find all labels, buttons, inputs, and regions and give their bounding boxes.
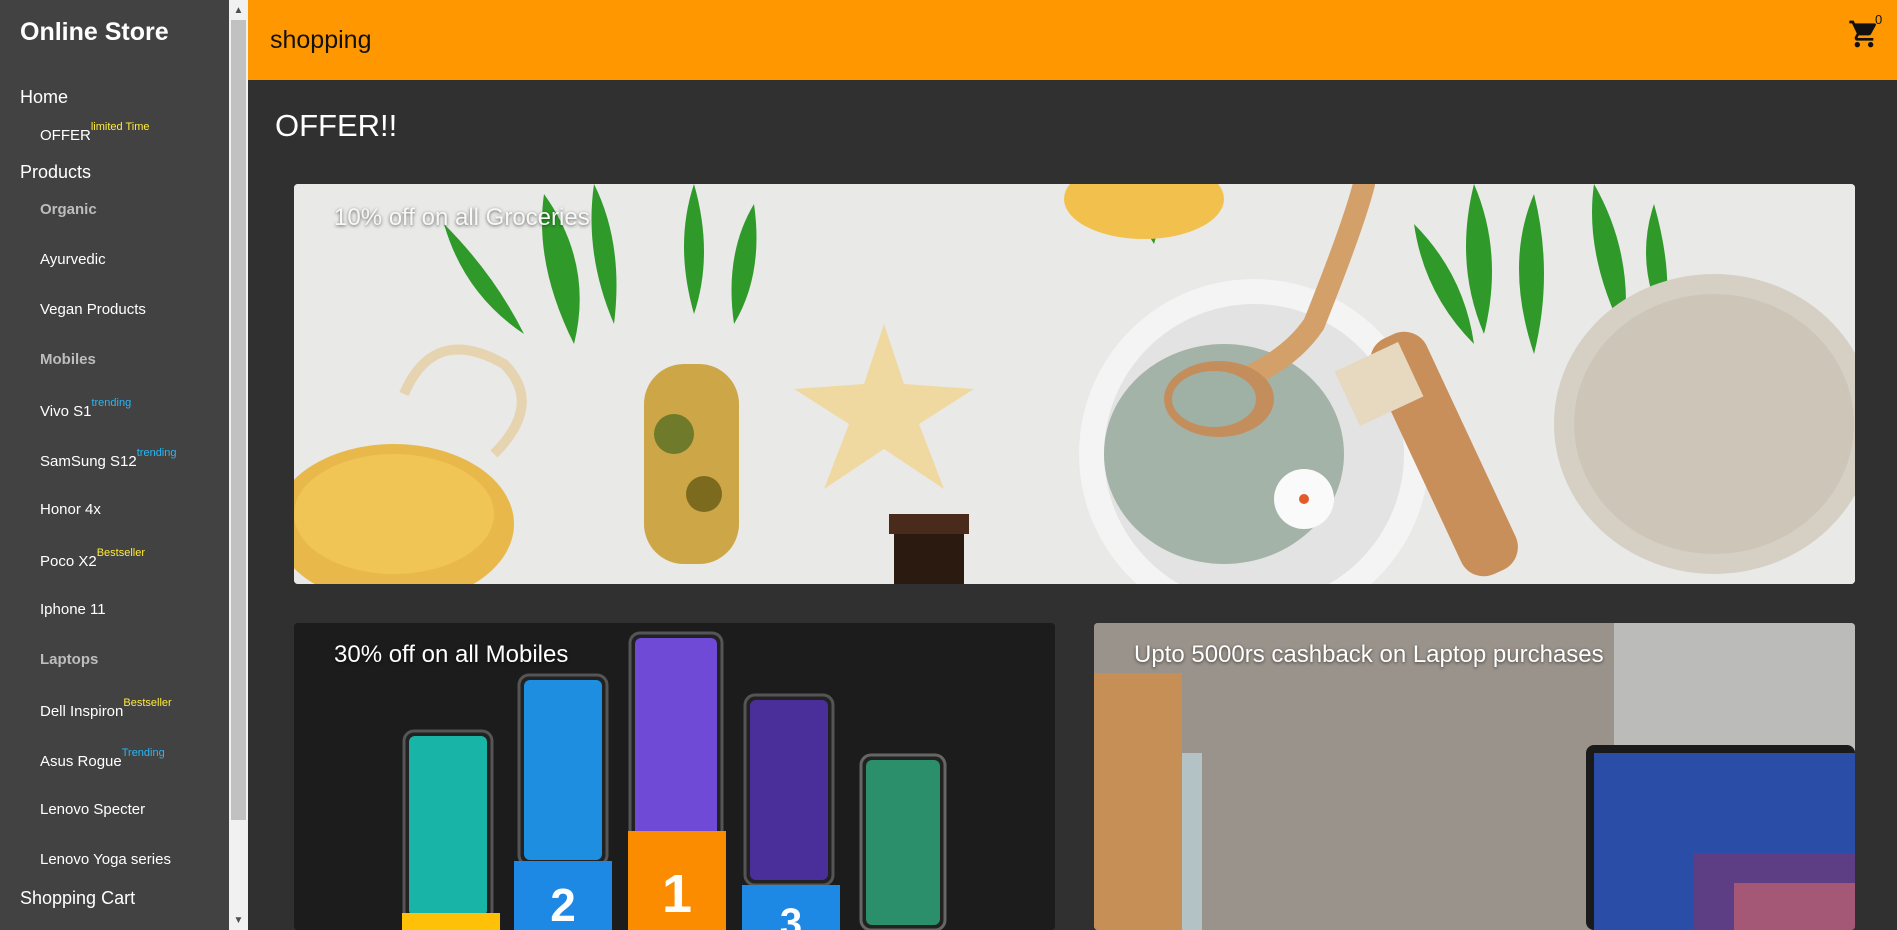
trending-tag: trending [91,397,132,409]
nav-item-label: Vivo S1 [40,403,92,420]
nav-home[interactable]: Home [20,87,68,108]
trending-tag: trending [136,447,177,459]
top-app-bar: shopping 0 [248,0,1897,80]
cart-count-badge: 0 [1875,12,1883,27]
trending-tag: Trending [121,747,165,759]
nav-item-iphone-11[interactable]: Iphone 11 [40,601,106,618]
nav-offer[interactable]: OFFERlimited Time [40,121,150,144]
scroll-up-icon[interactable]: ▲ [229,2,248,19]
nav-item-label: Asus Rogue [40,753,122,770]
nav-item-label: SamSung S12 [40,453,137,470]
sidebar: Online Store Home OFFERlimited Time Prod… [0,0,229,930]
laptops-banner-image [1094,623,1855,930]
brand-title: Online Store [20,18,169,46]
offer-label-groceries: 10% off on all Groceries [334,204,590,231]
app-bar-title: shopping [270,26,372,54]
page-title: OFFER!! [275,108,398,143]
offer-card-mobiles[interactable]: 2 1 3 30% off on all Mobiles [294,623,1055,930]
nav-item-honor-4x[interactable]: Honor 4x [40,501,101,518]
nav-item-vegan-products[interactable]: Vegan Products [40,301,146,318]
nav-item-ayurvedic[interactable]: Ayurvedic [40,251,106,268]
offer-label-laptops: Upto 5000rs cashback on Laptop purchases [1134,641,1604,668]
scrollbar-thumb[interactable] [231,20,246,820]
nav-item-lenovo-yoga[interactable]: Lenovo Yoga series [40,851,171,868]
nav-category-organic[interactable]: Organic [40,201,97,218]
offer-card-laptops[interactable]: Upto 5000rs cashback on Laptop purchases [1094,623,1855,930]
nav-item-vivo-s1[interactable]: Vivo S1trending [40,397,131,420]
nav-item-label: Dell Inspiron [40,703,124,720]
scroll-down-icon[interactable]: ▼ [229,912,248,929]
nav-item-label: Poco X2 [40,553,97,570]
nav-item-poco-x2[interactable]: Poco X2Bestseller [40,547,145,570]
nav-category-laptops[interactable]: Laptops [40,651,98,668]
nav-item-asus-rogue[interactable]: Asus RogueTrending [40,747,165,770]
offer-label-mobiles: 30% off on all Mobiles [334,641,569,668]
nav-item-lenovo-specter[interactable]: Lenovo Specter [40,801,145,818]
nav-offer-label: OFFER [40,127,91,144]
bestseller-tag: Bestseller [96,547,146,559]
nav-category-mobiles[interactable]: Mobiles [40,351,96,368]
podium-rank-2: 2 [550,879,576,930]
podium-rank-3: 3 [779,901,803,930]
nav-offer-tag: limited Time [90,121,150,133]
nav-products[interactable]: Products [20,162,91,183]
nav-shopping-cart[interactable]: Shopping Cart [20,888,135,909]
offer-card-groceries[interactable]: 10% off on all Groceries [294,184,1855,584]
nav-item-dell-inspiron[interactable]: Dell InspironBestseller [40,697,172,720]
bestseller-tag: Bestseller [123,697,172,709]
podium-rank-1: 1 [661,864,693,924]
nav-item-samsung-s12[interactable]: SamSung S12trending [40,447,177,470]
groceries-banner-image [294,184,1855,584]
